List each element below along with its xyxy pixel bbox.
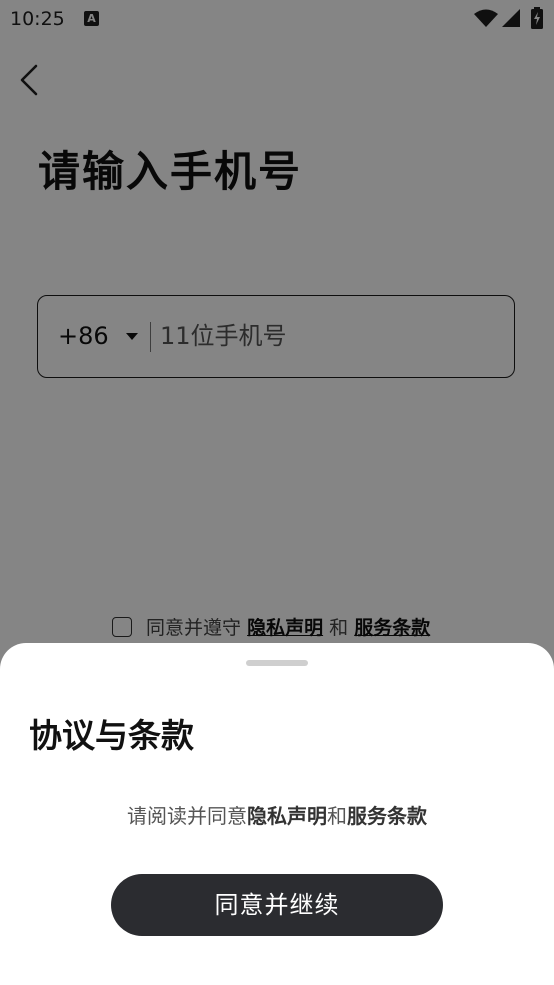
sheet-drag-handle[interactable] [246,660,308,666]
login-screen: 10:25 A 请输入手机号 +86 同意并遵守 隐私声明 和 服务条款 [0,0,554,985]
sheet-privacy-link[interactable]: 隐私声明 [247,804,327,828]
sheet-desc-prefix: 请阅读并同意 [127,804,247,828]
sheet-terms-link[interactable]: 服务条款 [347,804,427,828]
sheet-title: 协议与条款 [29,716,194,755]
sheet-desc-conjunction: 和 [327,804,347,828]
sheet-description: 请阅读并同意隐私声明和服务条款 [0,800,554,829]
agree-continue-button[interactable]: 同意并继续 [111,874,443,936]
agreement-bottom-sheet: 协议与条款 请阅读并同意隐私声明和服务条款 同意并继续 [0,643,554,985]
